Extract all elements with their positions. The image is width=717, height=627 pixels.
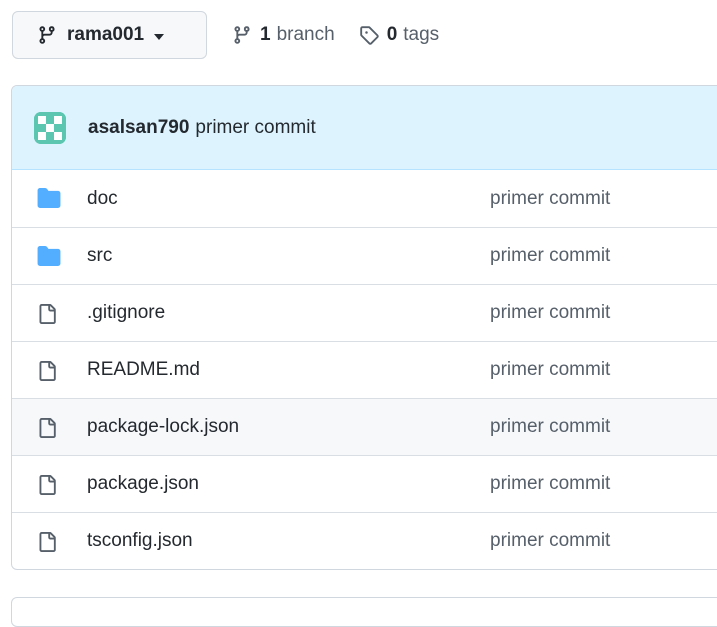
chevron-down-icon: [154, 33, 165, 40]
file-row-gitignore[interactable]: .gitignore primer commit: [12, 284, 717, 341]
readme-box: [11, 597, 717, 627]
file-icon: [37, 531, 63, 553]
branches-count: 1: [260, 24, 271, 45]
branch-selector-button[interactable]: rama001: [12, 11, 207, 59]
branch-toolbar: rama001 1 branch 0 tags: [12, 11, 439, 59]
file-name-link[interactable]: package-lock.json: [87, 416, 239, 438]
file-name-link[interactable]: doc: [87, 188, 118, 210]
tag-icon: [359, 25, 379, 45]
file-row-package-lock[interactable]: package-lock.json primer commit: [12, 398, 717, 455]
file-name-link[interactable]: src: [87, 245, 112, 267]
avatar[interactable]: [34, 111, 66, 144]
file-icon: [37, 474, 63, 496]
file-name-link[interactable]: package.json: [87, 473, 199, 495]
file-row-tsconfig[interactable]: tsconfig.json primer commit: [12, 512, 717, 569]
tags-count: 0: [386, 24, 398, 45]
branches-label: branch: [276, 24, 335, 45]
file-row-doc[interactable]: doc primer commit: [12, 170, 717, 227]
folder-icon: [37, 188, 63, 210]
tags-link[interactable]: 0 tags: [359, 24, 440, 46]
file-icon: [37, 417, 63, 439]
latest-commit-bar: asalsan790 primer commit: [12, 86, 717, 170]
folder-icon: [37, 246, 63, 268]
commit-message-link[interactable]: primer commit: [195, 117, 315, 139]
file-row-readme[interactable]: README.md primer commit: [12, 341, 717, 398]
file-commit-link[interactable]: primer commit: [490, 530, 610, 552]
tags-label: tags: [403, 24, 440, 45]
file-row-package[interactable]: package.json primer commit: [12, 455, 717, 512]
file-icon: [37, 303, 63, 325]
file-commit-link[interactable]: primer commit: [490, 302, 610, 324]
branches-link[interactable]: 1 branch: [232, 24, 335, 46]
file-name-link[interactable]: README.md: [87, 359, 200, 381]
file-commit-link[interactable]: primer commit: [490, 416, 610, 438]
commit-author-link[interactable]: asalsan790: [88, 117, 189, 139]
file-icon: [37, 360, 63, 382]
file-commit-link[interactable]: primer commit: [490, 188, 610, 210]
file-commit-link[interactable]: primer commit: [490, 245, 610, 267]
file-name-link[interactable]: .gitignore: [87, 302, 165, 324]
branch-selector-label: rama001: [67, 24, 145, 45]
file-name-link[interactable]: tsconfig.json: [87, 530, 193, 552]
git-branch-icon: [37, 25, 57, 45]
file-commit-link[interactable]: primer commit: [490, 473, 610, 495]
file-row-src[interactable]: src primer commit: [12, 227, 717, 284]
file-list: doc primer commit src primer commit .git…: [12, 170, 717, 569]
file-commit-link[interactable]: primer commit: [490, 359, 610, 381]
file-browser: asalsan790 primer commit doc primer comm…: [11, 85, 717, 570]
git-branch-icon: [232, 25, 252, 45]
